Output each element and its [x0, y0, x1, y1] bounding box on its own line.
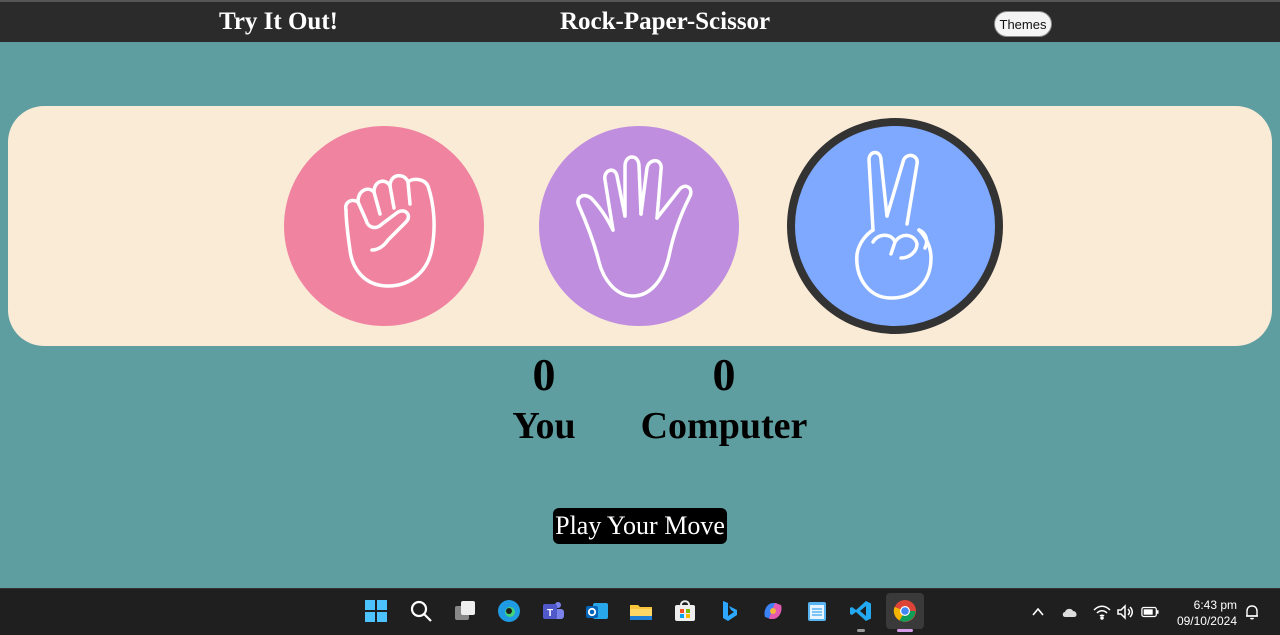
file-explorer-icon[interactable]	[627, 597, 655, 625]
volume-icon[interactable]	[1116, 603, 1134, 621]
computer-label: Computer	[640, 405, 808, 447]
choices-panel	[8, 106, 1272, 346]
vscode-icon[interactable]	[847, 597, 875, 625]
open-hand-icon	[576, 155, 693, 298]
page-title: Rock-Paper-Scissor	[560, 8, 771, 35]
task-view-icon[interactable]	[451, 597, 479, 625]
result-message: Play Your Move	[553, 508, 727, 544]
fist-icon	[343, 173, 436, 288]
outlook-icon[interactable]	[583, 597, 611, 625]
teams-icon[interactable]: T	[539, 597, 567, 625]
onedrive-cloud-icon[interactable]	[1061, 603, 1079, 621]
chrome-icon[interactable]	[886, 593, 924, 629]
computer-score: 0	[712, 349, 736, 400]
chevron-up-icon[interactable]	[1029, 603, 1047, 621]
clock-date: 09/10/2024	[1176, 614, 1237, 628]
bing-icon[interactable]	[715, 597, 743, 625]
copilot-icon[interactable]	[759, 597, 787, 625]
windows-start-icon[interactable]	[362, 597, 390, 625]
scissor-choice-button[interactable]	[787, 118, 1003, 334]
notepad-icon[interactable]	[803, 597, 831, 625]
windows-taskbar: T 6:43 pm 09/10/2024	[0, 588, 1280, 635]
system-clock[interactable]: 6:43 pm 09/10/2024	[1177, 597, 1237, 629]
wifi-icon[interactable]	[1093, 603, 1111, 621]
clock-time: 6:43 pm	[1193, 598, 1237, 612]
microsoft-store-icon[interactable]	[671, 597, 699, 625]
user-score: 0	[532, 349, 556, 400]
battery-icon[interactable]	[1141, 603, 1159, 621]
peace-sign-icon	[855, 150, 933, 300]
svg-text:T: T	[547, 608, 553, 619]
rock-choice-button[interactable]	[284, 126, 484, 326]
edge-icon[interactable]	[495, 597, 523, 625]
user-label: You	[512, 405, 576, 447]
brand-title: Try It Out!	[219, 8, 338, 35]
notification-bell-icon[interactable]	[1243, 603, 1261, 621]
paper-choice-button[interactable]	[539, 126, 739, 326]
search-icon[interactable]	[407, 597, 435, 625]
chrome-active-indicator	[897, 629, 913, 632]
top-navbar: Try It Out! Rock-Paper-Scissor Themes	[0, 0, 1280, 42]
themes-button[interactable]: Themes	[994, 11, 1052, 37]
vscode-running-indicator	[857, 629, 865, 632]
